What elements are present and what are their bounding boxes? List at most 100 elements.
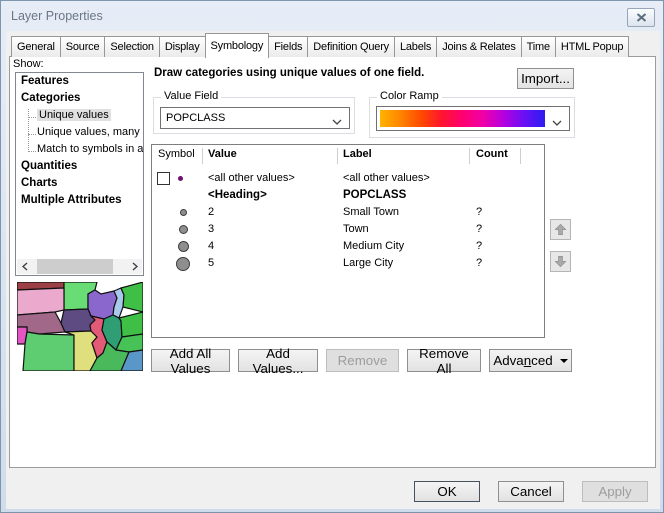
remove-button: Remove: [326, 349, 399, 372]
method-description: Draw categories using unique values of o…: [154, 67, 424, 79]
table-row[interactable]: <Heading> POPCLASS: [152, 187, 544, 204]
map-region: [121, 282, 143, 312]
tab-fields[interactable]: Fields: [268, 36, 308, 57]
sidebar-item-label: Multiple Attributes: [21, 194, 122, 206]
tab-display[interactable]: Display: [159, 36, 206, 57]
table-row[interactable]: 5Large City?: [152, 255, 544, 272]
button-label: Remove All: [414, 346, 474, 376]
count-cell: ?: [476, 221, 482, 238]
ok-button[interactable]: OK: [414, 481, 480, 502]
value-field-label: Value Field: [161, 90, 221, 102]
value-cell: <Heading>: [208, 187, 267, 204]
label-cell: Town: [343, 221, 369, 238]
label-cell: POPCLASS: [343, 187, 406, 204]
value-cell: 5: [208, 255, 214, 272]
tab-joins-relates[interactable]: Joins & Relates: [436, 36, 521, 57]
button-label: Add All Values: [158, 346, 223, 376]
table-row[interactable]: <all other values><all other values>: [152, 170, 544, 187]
arrow-up-icon: [554, 223, 567, 236]
all-other-values-checkbox[interactable]: [157, 172, 170, 185]
color-ramp-label: Color Ramp: [377, 90, 442, 102]
value-field-group: Value Field POPCLASS: [153, 97, 355, 134]
column-header-count[interactable]: Count: [476, 148, 508, 160]
value-field-dropdown[interactable]: POPCLASS: [160, 107, 350, 129]
map-region: [61, 309, 95, 332]
point-symbol-icon[interactable]: [176, 257, 190, 271]
import-button[interactable]: Import...: [517, 68, 574, 89]
value-field-selected-value: POPCLASS: [166, 112, 225, 124]
column-separator: [469, 148, 470, 164]
sidebar-item-unique-values-many[interactable]: Unique values, many: [16, 124, 143, 141]
column-separator: [202, 148, 203, 164]
category-symbol: [152, 221, 204, 238]
tab-bar: GeneralSourceSelectionDisplaySymbologyFi…: [11, 32, 628, 57]
chevron-down-icon: [332, 116, 342, 128]
color-ramp-group: Color Ramp: [369, 97, 575, 138]
color-ramp-swatch: [380, 110, 545, 127]
sidebar-item-label: Categories: [21, 92, 80, 104]
cancel-button[interactable]: Cancel: [498, 481, 564, 502]
sidebar-item-charts[interactable]: Charts: [16, 175, 143, 192]
color-ramp-dropdown[interactable]: [376, 106, 570, 131]
value-cell: <all other values>: [208, 170, 295, 187]
move-down-button[interactable]: [550, 251, 571, 272]
column-header-label[interactable]: Label: [343, 148, 372, 160]
categories-table-header: Symbol Value Label Count: [152, 145, 544, 167]
count-cell: ?: [476, 255, 482, 272]
dropdown-arrow-icon: [560, 359, 568, 363]
map-region: [119, 312, 143, 337]
sidebar-item-match-to-symbols-in-a[interactable]: Match to symbols in a: [16, 141, 143, 158]
symbology-map-preview: [17, 282, 143, 371]
sidebar-item-label: Unique values: [37, 109, 111, 121]
show-tree-list[interactable]: Features Categories Unique values Unique va…: [15, 72, 144, 276]
scroll-left-arrow-icon[interactable]: [17, 259, 32, 274]
advanced-button[interactable]: Advanced: [489, 349, 572, 372]
point-symbol-icon[interactable]: [178, 241, 189, 252]
categories-table[interactable]: Symbol Value Label Count <all other valu…: [151, 144, 545, 338]
tab-time[interactable]: Time: [521, 36, 556, 57]
sidebar-item-quantities[interactable]: Quantities: [16, 158, 143, 175]
tab-selection[interactable]: Selection: [104, 36, 159, 57]
tab-html-popup[interactable]: HTML Popup: [555, 36, 629, 57]
tab-source[interactable]: Source: [60, 36, 106, 57]
title-bar: Layer Properties: [1, 1, 663, 31]
column-header-value[interactable]: Value: [208, 148, 237, 160]
column-header-symbol[interactable]: Symbol: [158, 148, 195, 160]
value-cell: 3: [208, 221, 214, 238]
scroll-right-arrow-icon[interactable]: [127, 259, 142, 274]
sidebar-item-multiple-attributes[interactable]: Multiple Attributes: [16, 192, 143, 209]
tab-definition-query[interactable]: Definition Query: [307, 36, 395, 57]
all-other-values-symbol: [152, 170, 204, 187]
value-cell: 2: [208, 204, 214, 221]
table-row[interactable]: 4Medium City?: [152, 238, 544, 255]
button-label: Add Values...: [245, 346, 311, 376]
add-all-values-button[interactable]: Add All Values: [151, 349, 230, 372]
move-up-button[interactable]: [550, 219, 571, 240]
close-button[interactable]: [627, 8, 655, 27]
layer-properties-dialog: Layer Properties GeneralSourceSelectionD…: [0, 0, 664, 513]
add-values-button[interactable]: Add Values...: [238, 349, 318, 372]
category-symbol: [152, 204, 204, 221]
category-symbol: [152, 238, 204, 255]
arrow-down-icon: [554, 255, 567, 268]
sidebar-item-label: Unique values, many: [37, 126, 140, 138]
point-symbol-icon[interactable]: [179, 225, 188, 234]
tab-labels[interactable]: Labels: [394, 36, 437, 57]
map-region: [17, 288, 64, 315]
apply-button: Apply: [582, 481, 648, 502]
point-symbol-icon[interactable]: [180, 209, 187, 216]
scrollbar-thumb[interactable]: [37, 259, 113, 274]
sidebar-item-categories[interactable]: Categories: [16, 90, 143, 107]
sidebar-item-label: Charts: [21, 177, 57, 189]
sidebar-item-label: Match to symbols in a: [37, 143, 143, 155]
tab-general[interactable]: General: [11, 36, 61, 57]
table-row[interactable]: 2Small Town?: [152, 204, 544, 221]
sidebar-item-unique-values[interactable]: Unique values: [16, 107, 143, 124]
sidebar-item-features[interactable]: Features: [16, 73, 143, 90]
remove-all-button[interactable]: Remove All: [407, 349, 481, 372]
count-cell: ?: [476, 204, 482, 221]
horizontal-scrollbar[interactable]: [17, 259, 142, 274]
tab-symbology[interactable]: Symbology: [205, 33, 270, 58]
table-row[interactable]: 3 Town?: [152, 221, 544, 238]
category-symbol: [152, 255, 204, 272]
